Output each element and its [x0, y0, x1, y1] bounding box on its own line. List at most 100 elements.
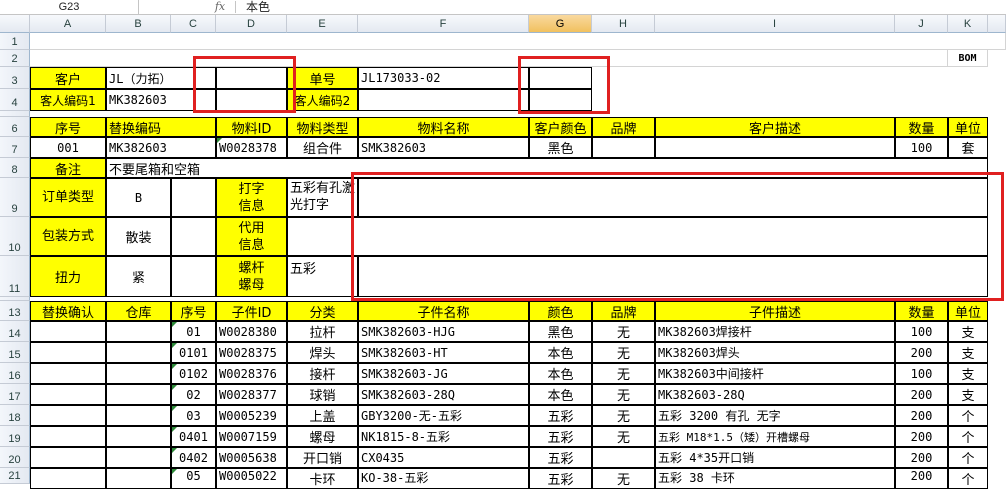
row-header-16[interactable]: 16 [0, 363, 30, 384]
row-2-empty[interactable] [30, 50, 948, 67]
table-cell[interactable]: 五彩 [529, 426, 592, 447]
table-cell[interactable]: 0101 [171, 342, 216, 363]
print-value-extra[interactable] [358, 178, 988, 217]
parts-header-seq[interactable]: 序号 [171, 301, 216, 321]
table-cell[interactable]: 无 [592, 468, 655, 489]
table-cell[interactable]: 03 [171, 405, 216, 426]
order-value[interactable]: JL173033-02 [358, 67, 529, 89]
table-cell[interactable]: 本色 [529, 363, 592, 384]
table-cell[interactable]: W0028377 [216, 384, 287, 405]
table-cell[interactable]: 五彩 [529, 405, 592, 426]
table-cell[interactable]: 五彩 4*35开口销 [655, 447, 895, 468]
row-header-6[interactable]: 6 [0, 117, 30, 137]
parts-header-qty[interactable]: 数量 [895, 301, 948, 321]
table-cell[interactable] [106, 426, 171, 447]
cell-c10[interactable] [171, 217, 216, 256]
mat-header-qty[interactable]: 数量 [895, 117, 948, 137]
table-cell[interactable]: 无 [592, 321, 655, 342]
table-cell[interactable] [106, 405, 171, 426]
column-header-h[interactable]: H [592, 15, 655, 33]
print-label[interactable]: 打字信息 [216, 178, 287, 217]
table-cell[interactable]: 五彩 M18*1.5（矮）开槽螺母 [655, 426, 895, 447]
table-cell[interactable]: 200 [895, 405, 948, 426]
table-cell[interactable]: W0028376 [216, 363, 287, 384]
row-header-18[interactable]: 18 [0, 405, 30, 426]
bom-label[interactable]: BOM [948, 50, 988, 67]
table-cell[interactable] [106, 342, 171, 363]
table-row[interactable] [30, 426, 106, 447]
table-cell[interactable]: 02 [171, 384, 216, 405]
remark-value[interactable]: 不要尾箱和空箱 [106, 158, 988, 178]
mat-unit[interactable]: 套 [948, 137, 988, 158]
table-row[interactable] [30, 342, 106, 363]
mat-qty[interactable]: 100 [895, 137, 948, 158]
table-cell[interactable]: 01 [171, 321, 216, 342]
table-cell[interactable]: 200 [895, 468, 948, 489]
table-cell[interactable]: 支 [948, 342, 988, 363]
column-header-f[interactable]: F [358, 15, 529, 33]
function-icon[interactable]: fx [205, 0, 235, 14]
column-header-d[interactable]: D [216, 15, 287, 33]
cell-g3[interactable] [529, 67, 592, 89]
nut-value-extra[interactable] [358, 256, 988, 297]
table-cell[interactable]: W0028380 [216, 321, 287, 342]
cell-c9[interactable] [171, 178, 216, 217]
table-cell[interactable] [106, 447, 171, 468]
order-type-value[interactable]: B [106, 178, 171, 217]
formula-input[interactable]: 本色 [246, 0, 270, 14]
table-cell[interactable]: 200 [895, 426, 948, 447]
table-row[interactable] [30, 384, 106, 405]
table-cell[interactable]: 接杆 [287, 363, 358, 384]
row-header-7[interactable]: 7 [0, 137, 30, 158]
remark-label[interactable]: 备注 [30, 158, 106, 178]
row-header-8[interactable]: 8 [0, 158, 30, 178]
mat-header-color[interactable]: 客户颜色 [529, 117, 592, 137]
table-cell[interactable]: 开口销 [287, 447, 358, 468]
table-cell[interactable]: 支 [948, 384, 988, 405]
table-cell[interactable]: 个 [948, 447, 988, 468]
pack-value[interactable]: 散装 [106, 217, 171, 256]
cell-c4[interactable] [195, 89, 216, 111]
cust-code-label[interactable]: 客人编码1 [30, 89, 106, 111]
table-cell[interactable]: 100 [895, 363, 948, 384]
mat-header-id[interactable]: 物料ID [216, 117, 287, 137]
table-cell[interactable]: 200 [895, 384, 948, 405]
table-cell[interactable]: 05 [171, 468, 216, 489]
table-row[interactable] [30, 363, 106, 384]
table-cell[interactable]: 本色 [529, 342, 592, 363]
row-header-4[interactable]: 4 [0, 89, 30, 111]
table-cell[interactable]: 200 [895, 342, 948, 363]
column-header-g[interactable]: G [529, 15, 592, 33]
row-header-14[interactable]: 14 [0, 321, 30, 342]
table-cell[interactable] [106, 384, 171, 405]
parts-header-unit[interactable]: 单位 [948, 301, 988, 321]
cell-c11[interactable] [171, 256, 216, 297]
column-header-b[interactable]: B [106, 15, 171, 33]
row-header-2[interactable]: 2 [0, 50, 30, 67]
mat-name[interactable]: SMK382603 [358, 137, 529, 158]
parts-header-desc[interactable]: 子件描述 [655, 301, 895, 321]
parts-header-name[interactable]: 子件名称 [358, 301, 529, 321]
proxy-label[interactable]: 代用信息 [216, 217, 287, 256]
mat-color[interactable]: 黑色 [529, 137, 592, 158]
table-cell[interactable]: 无 [592, 426, 655, 447]
table-row[interactable] [30, 468, 106, 489]
mat-header-desc[interactable]: 客户描述 [655, 117, 895, 137]
table-cell[interactable]: GBY3200-无-五彩 [358, 405, 529, 426]
mat-header-name[interactable]: 物料名称 [358, 117, 529, 137]
cell-c3[interactable] [195, 67, 216, 89]
row-header-21[interactable]: 21 [0, 468, 30, 484]
mat-header-replace[interactable]: 替换编码 [106, 117, 216, 137]
column-header-l[interactable] [988, 15, 1006, 33]
select-all-corner[interactable] [0, 15, 30, 33]
order-type-label[interactable]: 订单类型 [30, 178, 106, 217]
table-cell[interactable]: NK1815-8-五彩 [358, 426, 529, 447]
parts-header-confirm[interactable]: 替换确认 [30, 301, 106, 321]
customer-value[interactable]: JL（力拓） [106, 67, 195, 89]
table-cell[interactable]: 球销 [287, 384, 358, 405]
table-row[interactable] [30, 447, 106, 468]
row-header-19[interactable]: 19 [0, 426, 30, 447]
table-cell[interactable]: W0028375 [216, 342, 287, 363]
table-cell[interactable]: CX0435 [358, 447, 529, 468]
mat-replace[interactable]: MK382603 [106, 137, 216, 158]
